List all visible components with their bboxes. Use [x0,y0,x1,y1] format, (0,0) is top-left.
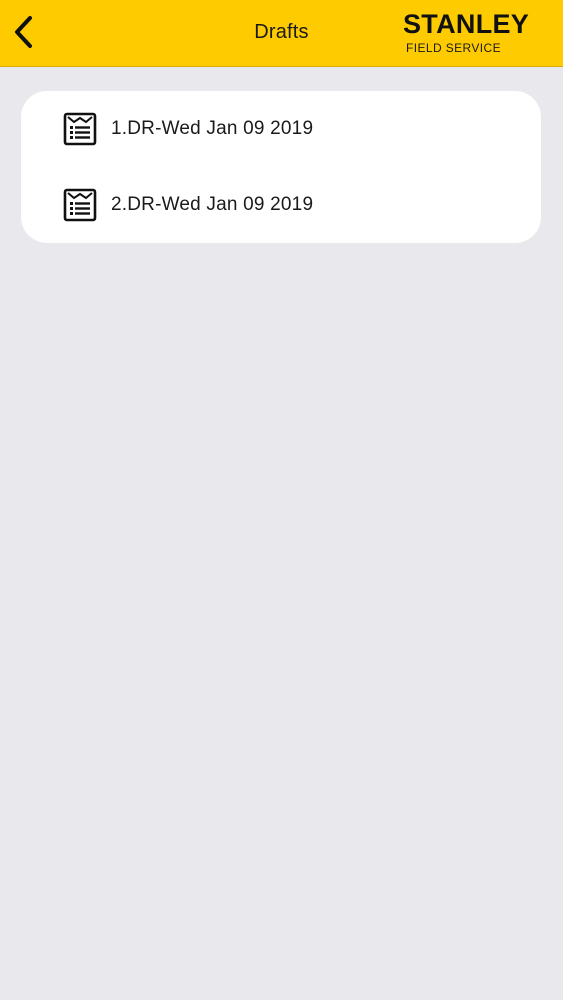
list-item[interactable]: 2.DR-Wed Jan 09 2019 [21,167,541,243]
draft-label: 2.DR-Wed Jan 09 2019 [111,194,314,215]
drafts-list: 1.DR-Wed Jan 09 2019 2.DR-Wed Jan 09 201… [21,91,541,243]
draft-label: 1.DR-Wed Jan 09 2019 [111,118,314,139]
document-list-icon [63,112,97,146]
stanley-field-service-logo: STANLEY FIELD SERVICE [403,10,553,56]
document-list-icon [63,188,97,222]
logo-brand: STANLEY [403,9,530,39]
list-item[interactable]: 1.DR-Wed Jan 09 2019 [21,91,541,167]
app-header: Drafts STANLEY FIELD SERVICE [0,0,563,67]
logo-subtitle: FIELD SERVICE [406,41,502,55]
